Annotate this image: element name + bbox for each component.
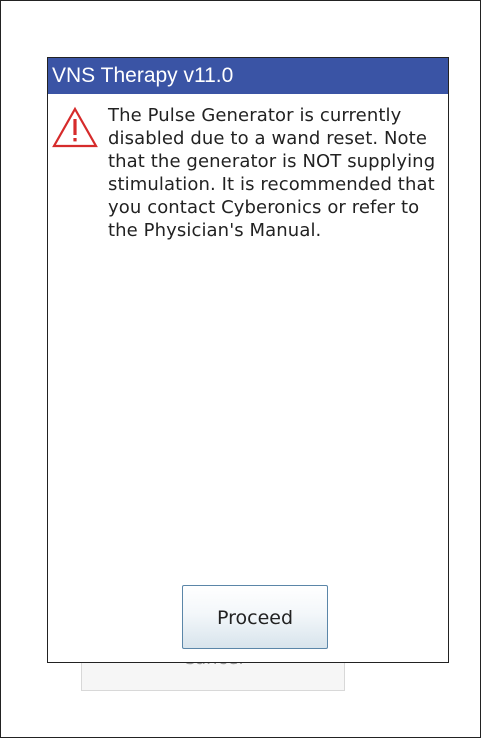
warning-triangle-icon (52, 106, 98, 148)
proceed-button[interactable]: Proceed (182, 585, 328, 649)
screen: Cancel VNS Therapy v11.0 The Pulse Gener… (0, 0, 481, 738)
dialog-body: The Pulse Generator is currently disable… (48, 94, 448, 242)
dialog-message: The Pulse Generator is currently disable… (108, 105, 436, 241)
alert-dialog: VNS Therapy v11.0 The Pulse Generator is… (47, 57, 449, 663)
dialog-title: VNS Therapy v11.0 (52, 64, 234, 87)
dialog-title-bar: VNS Therapy v11.0 (48, 58, 448, 94)
